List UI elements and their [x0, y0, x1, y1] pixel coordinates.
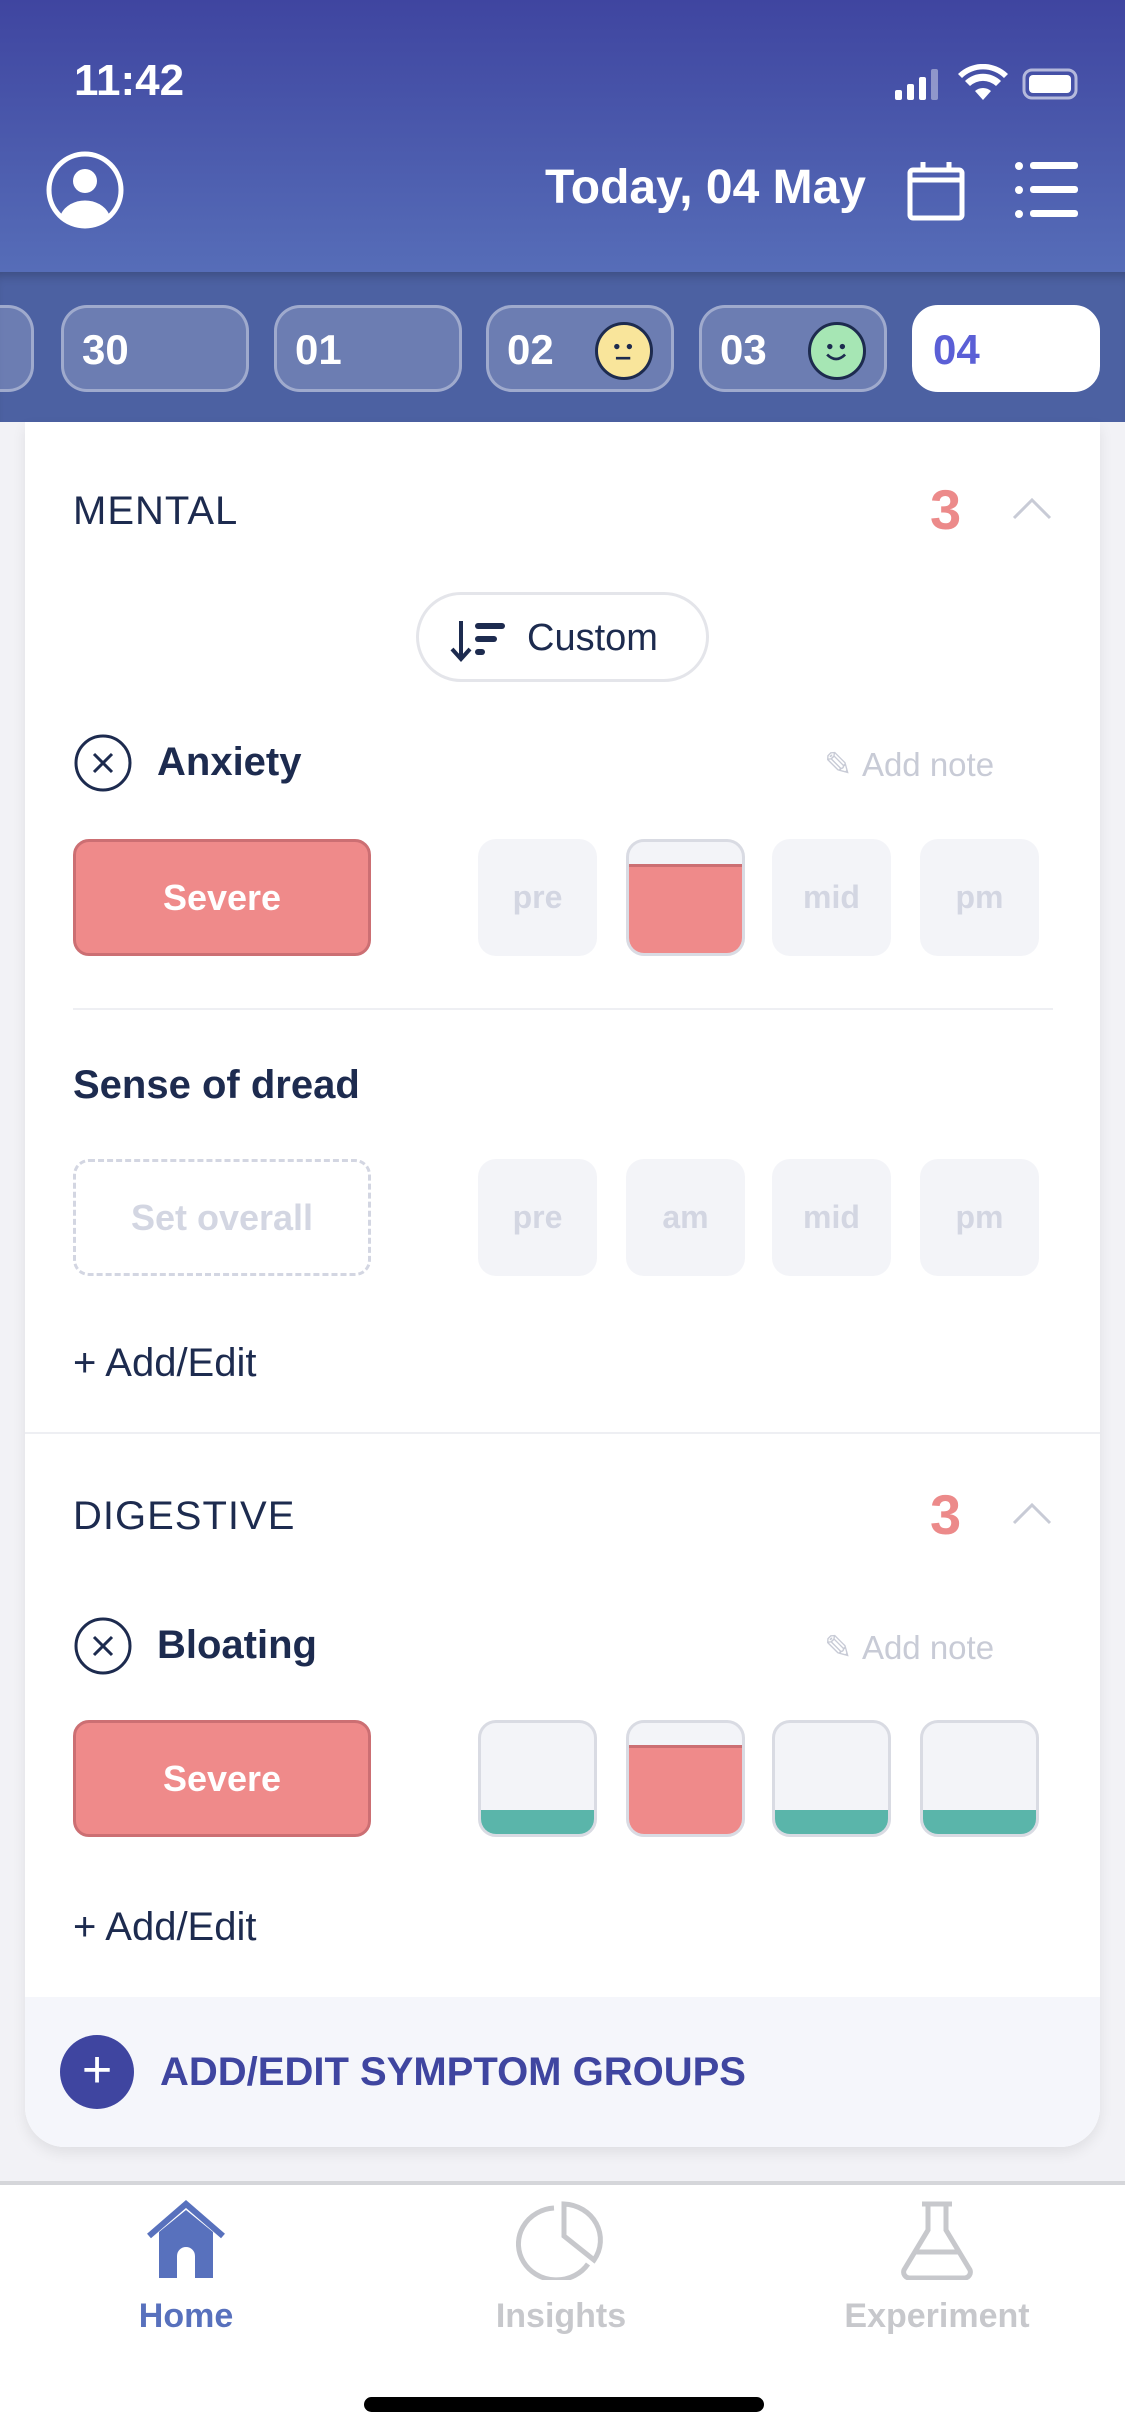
- flask-icon: [901, 2201, 973, 2281]
- divider: [25, 1432, 1100, 1434]
- date-pill[interactable]: 03: [699, 305, 887, 392]
- plus-icon: +: [60, 2035, 134, 2109]
- tab-experiment[interactable]: Experiment: [787, 2200, 1087, 2336]
- add-note-button[interactable]: ✎ Add note: [824, 745, 994, 785]
- chevron-up-icon[interactable]: [1010, 1499, 1054, 1529]
- remove-symptom-icon[interactable]: [73, 1616, 133, 1676]
- calendar-icon[interactable]: [905, 158, 969, 222]
- slot-mid[interactable]: mid: [772, 1159, 891, 1276]
- add-edit-symptoms-button[interactable]: + Add/Edit: [73, 1341, 256, 1386]
- pie-chart-icon: [516, 2201, 603, 2283]
- slot-mid[interactable]: mid: [772, 839, 891, 956]
- group-count: 3: [930, 1483, 962, 1546]
- note-icon: ✎: [824, 746, 862, 784]
- date-pill[interactable]: [0, 305, 34, 392]
- slot-pm[interactable]: [920, 1720, 1039, 1837]
- symptom-name: Sense of dread: [73, 1063, 360, 1107]
- set-overall-button[interactable]: Set overall: [73, 1159, 371, 1276]
- status-time: 11:42: [74, 56, 185, 105]
- group-title: DIGESTIVE: [73, 1494, 296, 1538]
- header: [0, 0, 1125, 272]
- date-pill[interactable]: 01: [274, 305, 462, 392]
- home-icon: [147, 2200, 225, 2278]
- divider: [73, 1008, 1053, 1010]
- slot-am[interactable]: am: [626, 1159, 745, 1276]
- sort-label: Custom: [527, 617, 658, 659]
- note-icon: ✎: [824, 1629, 862, 1667]
- symptom-card: MENTAL 3 Custom Anxiety ✎ Add note Sever…: [25, 422, 1100, 2147]
- home-indicator: [364, 2397, 764, 2412]
- group-title: MENTAL: [73, 489, 239, 533]
- slot-am[interactable]: [626, 839, 745, 956]
- date-pill-selected[interactable]: 04: [912, 305, 1100, 392]
- date-pill[interactable]: 30: [61, 305, 249, 392]
- list-menu-icon[interactable]: [1014, 160, 1080, 220]
- add-edit-symptoms-button[interactable]: + Add/Edit: [73, 1905, 256, 1950]
- remove-symptom-icon[interactable]: [73, 733, 133, 793]
- slot-mid[interactable]: [772, 1720, 891, 1837]
- profile-icon[interactable]: [45, 150, 125, 230]
- chevron-up-icon[interactable]: [1010, 494, 1054, 524]
- slot-am[interactable]: [626, 1720, 745, 1837]
- slot-pre[interactable]: [478, 1720, 597, 1837]
- add-symptom-groups-button[interactable]: + ADD/EDIT SYMPTOM GROUPS: [25, 1997, 1100, 2147]
- date-title[interactable]: Today, 04 May: [545, 160, 866, 215]
- add-note-button[interactable]: ✎ Add note: [824, 1628, 994, 1668]
- tab-insights[interactable]: Insights: [411, 2200, 711, 2336]
- add-symptom-groups-label: ADD/EDIT SYMPTOM GROUPS: [160, 2050, 746, 2094]
- happy-face-icon: [808, 322, 866, 380]
- tab-home[interactable]: Home: [36, 2200, 336, 2336]
- neutral-face-icon: [595, 322, 653, 380]
- overall-severity-button[interactable]: Severe: [73, 839, 371, 956]
- slot-pm[interactable]: pm: [920, 1159, 1039, 1276]
- slot-pre[interactable]: pre: [478, 839, 597, 956]
- symptom-name: Anxiety: [157, 740, 302, 784]
- slot-pre[interactable]: pre: [478, 1159, 597, 1276]
- sort-icon: [450, 621, 505, 662]
- slot-pm[interactable]: pm: [920, 839, 1039, 956]
- group-count: 3: [930, 478, 962, 541]
- sort-button[interactable]: Custom: [416, 592, 709, 682]
- overall-severity-button[interactable]: Severe: [73, 1720, 371, 1837]
- status-icons: [895, 64, 1078, 100]
- date-pill[interactable]: 02: [486, 305, 674, 392]
- symptom-name: Bloating: [157, 1623, 317, 1667]
